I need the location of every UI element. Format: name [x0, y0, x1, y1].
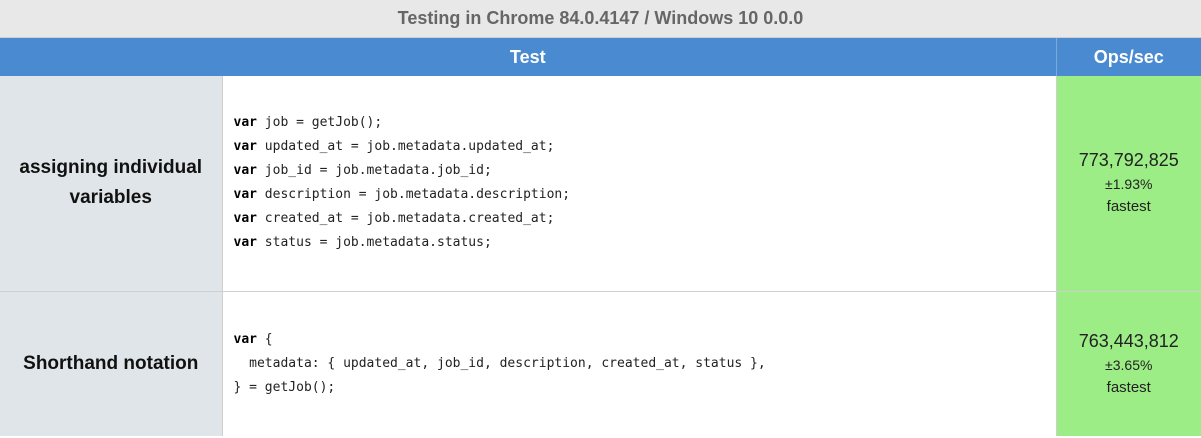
code-snippet: var job = getJob(); var updated_at = job… — [234, 111, 1056, 255]
code-text: metadata: { updated_at, job_id, descript… — [233, 355, 766, 371]
column-header-test: Test — [0, 38, 1057, 76]
code-text: updated_at = job.metadata.updated_at; — [256, 139, 555, 155]
test-name-line: assigning individual — [19, 157, 203, 179]
test-code-cell: var { metadata: { updated_at, job_id, de… — [222, 291, 1057, 436]
code-keyword: var — [233, 211, 257, 227]
code-keyword: var — [233, 331, 257, 347]
code-line: var job_id = job.metadata.job_id; — [234, 163, 492, 178]
ops-value: 773,792,825 — [1078, 150, 1179, 171]
code-text: { — [256, 331, 273, 347]
ops-result-cell: 773,792,825 ±1.93% fastest — [1056, 76, 1201, 292]
ops-status-label: fastest — [1106, 378, 1151, 396]
code-keyword: var — [233, 235, 257, 251]
code-line: } = getJob(); — [234, 380, 336, 395]
benchmark-results-table: Test Ops/sec assigning individual variab… — [0, 38, 1201, 436]
column-header-ops: Ops/sec — [1056, 38, 1201, 76]
test-name-line: Shorthand notation — [23, 352, 199, 374]
code-line: var status = job.metadata.status; — [234, 235, 492, 250]
code-text: job_id = job.metadata.job_id; — [256, 163, 492, 179]
code-line: var description = job.metadata.descripti… — [234, 187, 571, 202]
test-name-cell: assigning individual variables — [0, 76, 223, 292]
ops-status-label: fastest — [1106, 198, 1151, 216]
code-line: metadata: { updated_at, job_id, descript… — [234, 356, 766, 371]
code-text: created_at = job.metadata.created_at; — [256, 211, 555, 227]
code-keyword: var — [233, 187, 257, 203]
ops-error-margin: ±1.93% — [1105, 176, 1153, 193]
code-snippet: var { metadata: { updated_at, job_id, de… — [234, 328, 1056, 400]
code-line: var job = getJob(); — [234, 115, 383, 130]
code-line: var created_at = job.metadata.created_at… — [234, 211, 555, 226]
code-keyword: var — [233, 115, 257, 131]
code-keyword: var — [233, 139, 257, 155]
code-line: var { — [234, 332, 273, 347]
code-line: var updated_at = job.metadata.updated_at… — [234, 139, 555, 154]
code-keyword: var — [233, 163, 257, 179]
browser-info-title: Testing in Chrome 84.0.4147 / Windows 10… — [0, 0, 1201, 38]
ops-value: 763,443,812 — [1078, 330, 1179, 351]
code-text: description = job.metadata.description; — [256, 187, 571, 203]
code-text: } = getJob(); — [233, 379, 336, 395]
code-text: status = job.metadata.status; — [256, 235, 492, 251]
test-name-cell: Shorthand notation — [0, 291, 223, 436]
test-name-line: variables — [69, 187, 152, 209]
table-row: Shorthand notation var { metadata: { upd… — [0, 291, 1201, 436]
test-code-cell: var job = getJob(); var updated_at = job… — [222, 76, 1057, 292]
ops-error-margin: ±3.65% — [1105, 356, 1153, 373]
table-row: assigning individual variables var job =… — [0, 76, 1201, 292]
table-header-row: Test Ops/sec — [0, 38, 1201, 76]
code-text: job = getJob(); — [256, 115, 383, 131]
ops-result-cell: 763,443,812 ±3.65% fastest — [1056, 291, 1201, 436]
